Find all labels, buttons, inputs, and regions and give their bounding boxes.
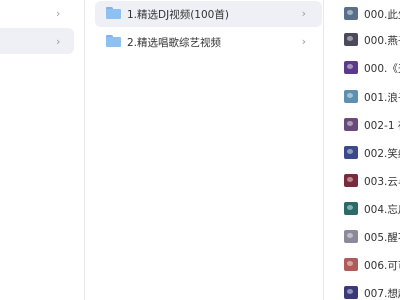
folder-icon	[106, 7, 121, 19]
right-column: 000.此生 000.燕子 000.《天 001.浪子 002-1 夜 002.笑纳 003…	[324, 0, 400, 300]
folder-row-singing-variety[interactable]: 2.精选唱歌综艺视频 ›	[95, 29, 322, 55]
folder-row-dj-videos[interactable]: 1.精选DJ视频(100首) ›	[95, 1, 322, 27]
video-thumbnail-icon	[344, 174, 358, 187]
file-row[interactable]: 002-1 夜	[324, 115, 400, 135]
left-column-row[interactable]: ›	[0, 0, 74, 26]
folder-icon	[106, 35, 121, 47]
video-thumbnail-icon	[344, 118, 358, 131]
file-row[interactable]: 001.浪子	[324, 87, 400, 107]
file-name: 000.燕子	[364, 35, 400, 47]
left-column: › ›	[0, 0, 85, 300]
video-thumbnail-icon	[344, 202, 358, 215]
file-row[interactable]: 002.笑纳	[324, 143, 400, 163]
folder-label: 1.精选DJ视频(100首)	[127, 9, 229, 21]
file-row[interactable]: 000.燕子	[324, 30, 400, 50]
video-thumbnail-icon	[344, 286, 358, 299]
video-thumbnail-icon	[344, 258, 358, 271]
file-name: 007.想起	[364, 288, 400, 300]
middle-column: 1.精选DJ视频(100首) › 2.精选唱歌综艺视频 ›	[85, 0, 324, 300]
video-thumbnail-icon	[344, 230, 358, 243]
file-row[interactable]: 000.此生	[324, 4, 400, 24]
video-thumbnail-icon	[344, 90, 358, 103]
folder-label: 2.精选唱歌综艺视频	[127, 37, 222, 49]
chevron-right-icon: ›	[301, 35, 306, 48]
file-name: 000.《天	[364, 63, 400, 75]
chevron-right-icon: ›	[301, 7, 306, 20]
video-thumbnail-icon	[344, 33, 358, 46]
video-thumbnail-icon	[344, 7, 358, 20]
file-name: 001.浪子	[364, 92, 400, 104]
chevron-right-icon: ›	[56, 35, 61, 48]
file-row[interactable]: 003.云与	[324, 171, 400, 191]
video-thumbnail-icon	[344, 61, 358, 74]
left-column-row-selected[interactable]: ›	[0, 28, 74, 54]
file-name: 000.此生	[364, 9, 400, 21]
chevron-right-icon: ›	[56, 7, 61, 20]
file-row[interactable]: 004.忘川	[324, 199, 400, 219]
video-thumbnail-icon	[344, 146, 358, 159]
file-row[interactable]: 007.想起	[324, 283, 400, 300]
file-name: 002.笑纳	[364, 148, 400, 160]
file-name: 005.醒不	[364, 232, 400, 244]
file-name: 004.忘川	[364, 204, 400, 216]
file-name: 003.云与	[364, 176, 400, 188]
file-row[interactable]: 005.醒不	[324, 227, 400, 247]
file-name: 002-1 夜	[364, 120, 400, 132]
file-name: 006.可可	[364, 260, 400, 272]
file-row[interactable]: 006.可可	[324, 255, 400, 275]
file-row[interactable]: 000.《天	[324, 58, 400, 78]
